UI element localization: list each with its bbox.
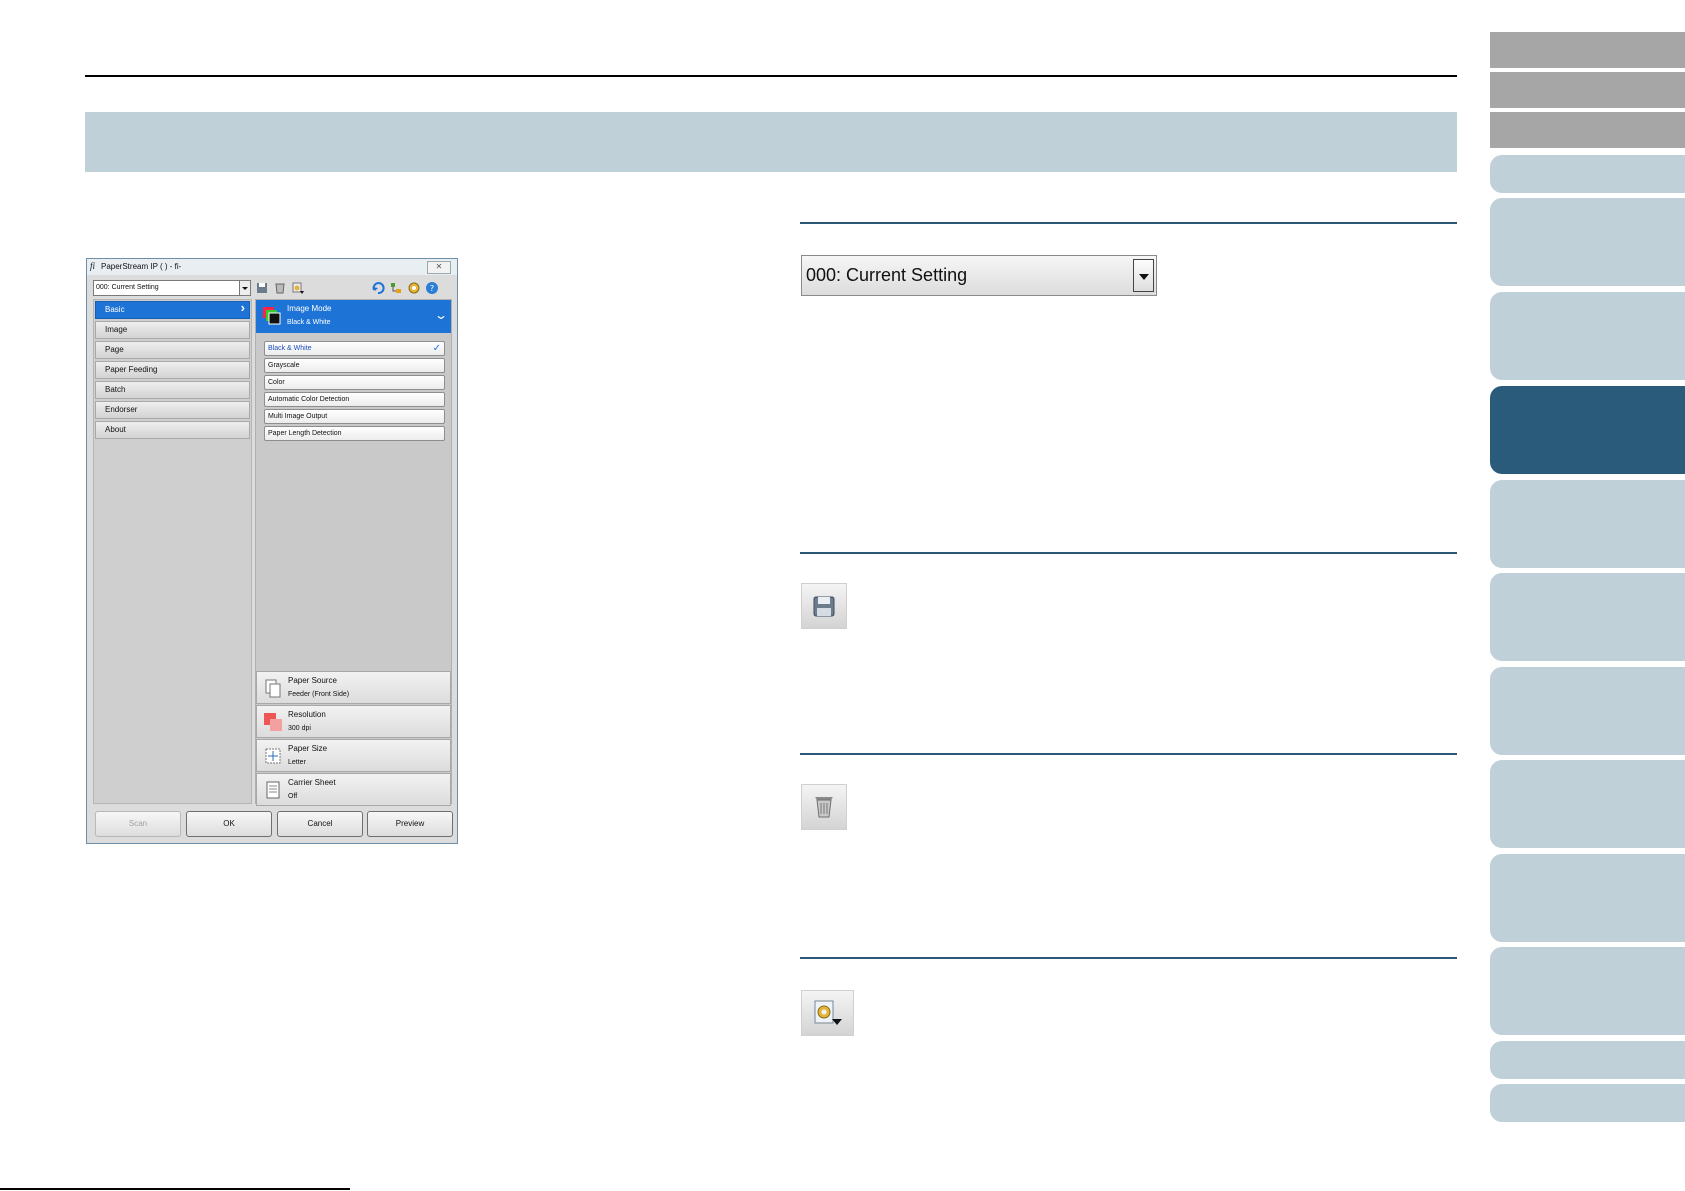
paper-source-icon bbox=[265, 679, 281, 698]
summary-title: Paper Source bbox=[288, 676, 337, 685]
save-icon bbox=[801, 583, 847, 629]
dialog-profile-combo[interactable]: 000: Current Setting bbox=[93, 280, 251, 296]
nav-tab-chapter-9[interactable] bbox=[1490, 947, 1685, 1035]
config-icon[interactable] bbox=[407, 281, 421, 295]
nav-image[interactable]: Image bbox=[95, 321, 250, 339]
nav-tab-glossary[interactable] bbox=[1490, 1084, 1685, 1122]
nav-tab-chapter-1[interactable] bbox=[1490, 198, 1685, 286]
dialog-title: PaperStream IP ( ) - fi- bbox=[101, 262, 182, 271]
summary-title: Resolution bbox=[288, 710, 326, 719]
chevron-down-icon[interactable] bbox=[239, 281, 250, 295]
summary-value: Feeder (Front Side) bbox=[288, 691, 350, 698]
title-band bbox=[85, 112, 1457, 172]
help-icon[interactable]: ? bbox=[425, 281, 439, 295]
nav-tab-chapter-8[interactable] bbox=[1490, 854, 1685, 942]
nav-tab-chapter-4[interactable] bbox=[1490, 480, 1685, 568]
profile-combo[interactable]: 000: Current Setting bbox=[801, 255, 1157, 296]
reset-icon[interactable] bbox=[371, 281, 385, 295]
option-auto-color-detection[interactable]: Automatic Color Detection bbox=[264, 392, 445, 407]
image-mode-icon bbox=[263, 307, 281, 325]
nav-tab-introduction[interactable] bbox=[1490, 155, 1685, 193]
option-multi-image-output[interactable]: Multi Image Output bbox=[264, 409, 445, 424]
close-icon[interactable]: ✕ bbox=[427, 261, 451, 274]
section-rule-4 bbox=[800, 957, 1457, 959]
nav-tab-appendix[interactable] bbox=[1490, 1041, 1685, 1079]
preview-button[interactable]: Preview bbox=[367, 811, 453, 837]
summary-value: Letter bbox=[288, 759, 306, 766]
tree-icon[interactable] bbox=[389, 281, 403, 295]
summary-carrier-sheet[interactable]: Carrier Sheet Off bbox=[256, 773, 451, 806]
nav-tab-chapter-7[interactable] bbox=[1490, 760, 1685, 848]
nav-tab-chapter-3[interactable] bbox=[1490, 386, 1685, 474]
profile-menu-icon[interactable] bbox=[291, 281, 305, 295]
nav-batch[interactable]: Batch bbox=[95, 381, 250, 399]
top-rule bbox=[85, 75, 1457, 77]
summary-resolution[interactable]: Resolution 300 dpi bbox=[256, 705, 451, 738]
option-black-white[interactable]: Black & White bbox=[264, 341, 445, 356]
summary-title: Carrier Sheet bbox=[288, 778, 336, 787]
summary-paper-source[interactable]: Paper Source Feeder (Front Side) bbox=[256, 671, 451, 704]
nav-basic[interactable]: Basic bbox=[95, 300, 250, 319]
summary-paper-size[interactable]: Paper Size Letter bbox=[256, 739, 451, 772]
nav-tab-chapter-6[interactable] bbox=[1490, 667, 1685, 755]
image-mode-title: Image Mode bbox=[287, 304, 332, 313]
nav-tab-chapter-5[interactable] bbox=[1490, 573, 1685, 661]
section-rule-3 bbox=[800, 753, 1457, 755]
profile-settings-icon bbox=[801, 990, 854, 1036]
option-color[interactable]: Color bbox=[264, 375, 445, 390]
save-icon[interactable] bbox=[255, 281, 269, 295]
nav-about[interactable]: About bbox=[95, 421, 250, 439]
cancel-button[interactable]: Cancel bbox=[277, 811, 363, 837]
dialog-profile-value: 000: Current Setting bbox=[96, 284, 159, 291]
chevron-down-icon[interactable]: ⌄ bbox=[434, 308, 448, 322]
option-paper-length-detection[interactable]: Paper Length Detection bbox=[264, 426, 445, 441]
carrier-sheet-icon bbox=[266, 781, 280, 799]
summary-title: Paper Size bbox=[288, 744, 328, 753]
dialog-titlebar: fi PaperStream IP ( ) - fi- ✕ bbox=[87, 259, 457, 275]
settings-panel: Image Mode Black & White ⌄ Black & White… bbox=[255, 299, 452, 806]
ok-button[interactable]: OK bbox=[186, 811, 272, 837]
paperstream-dialog: fi PaperStream IP ( ) - fi- ✕ 000: Curre… bbox=[86, 258, 458, 844]
summary-value: 300 dpi bbox=[288, 725, 311, 732]
nav-endorser[interactable]: Endorser bbox=[95, 401, 250, 419]
chevron-down-icon[interactable] bbox=[1133, 259, 1154, 292]
option-grayscale[interactable]: Grayscale bbox=[264, 358, 445, 373]
category-list: Basic Image Page Paper Feeding Batch End… bbox=[93, 299, 252, 804]
delete-icon[interactable] bbox=[273, 281, 287, 295]
svg-text:?: ? bbox=[430, 284, 434, 293]
nav-tab-chapter-2[interactable] bbox=[1490, 292, 1685, 380]
image-mode-header[interactable]: Image Mode Black & White ⌄ bbox=[256, 300, 451, 333]
delete-icon bbox=[801, 784, 847, 830]
resolution-icon bbox=[264, 713, 282, 731]
nav-tab-contents[interactable] bbox=[1490, 72, 1685, 108]
nav-paper-feeding[interactable]: Paper Feeding bbox=[95, 361, 250, 379]
paper-size-icon bbox=[265, 748, 281, 764]
section-rule-2 bbox=[800, 552, 1457, 554]
nav-tab-index[interactable] bbox=[1490, 112, 1685, 148]
image-mode-value: Black & White bbox=[287, 319, 331, 326]
fi-logo-icon: fi bbox=[90, 261, 96, 271]
footer-rule bbox=[0, 1188, 350, 1190]
nav-page[interactable]: Page bbox=[95, 341, 250, 359]
scan-button[interactable]: Scan bbox=[95, 811, 181, 837]
profile-combo-value: 000: Current Setting bbox=[806, 265, 968, 285]
nav-tab-top[interactable] bbox=[1490, 32, 1685, 68]
section-rule-1 bbox=[800, 222, 1457, 224]
summary-value: Off bbox=[288, 793, 298, 800]
